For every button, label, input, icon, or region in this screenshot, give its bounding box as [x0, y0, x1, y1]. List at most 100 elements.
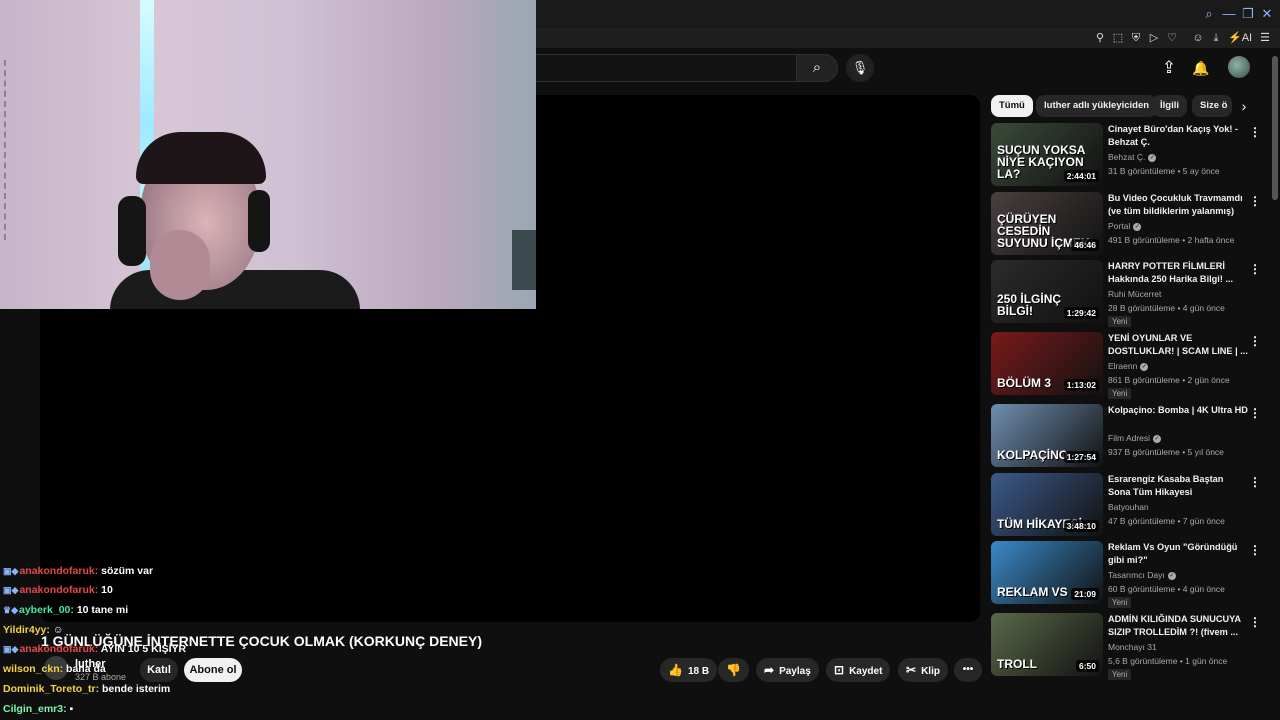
more-options-icon[interactable]: ⋮	[1249, 194, 1261, 208]
channel-name[interactable]: Behzat Ç.	[1108, 152, 1145, 162]
recommendation-title[interactable]: ADMİN KILIĞINDA SUNUCUYA SIZIP TROLLEDİM…	[1108, 613, 1248, 639]
video-thumbnail[interactable]: REKLAM VS 21:09	[991, 541, 1103, 604]
recommendation-channel[interactable]: Film Adresi ✓	[1108, 433, 1162, 443]
recommendation-title[interactable]: YENİ OYUNLAR VE DOSTLUKLAR! | SCAM LINE …	[1108, 332, 1248, 358]
recommendation-channel[interactable]: Portal ✓	[1108, 221, 1142, 231]
video-thumbnail[interactable]: KOLPAÇİNO 1:27:54	[991, 404, 1103, 467]
ai-icon[interactable]: ⚡AI	[1228, 30, 1252, 46]
recommendation-channel[interactable]: Behzat Ç. ✓	[1108, 152, 1157, 162]
more-options-icon[interactable]: ⋮	[1249, 406, 1261, 420]
join-button[interactable]: Katıl	[140, 658, 178, 682]
recommendation-card[interactable]: TÜM HİKAYESİ 3:48:10 Esrarengiz Kasaba Baş…	[991, 473, 1271, 537]
recommendation-title[interactable]: Esrarengiz Kasaba Baştan Sona Tüm Hikaye…	[1108, 473, 1248, 499]
chat-username[interactable]: Yildir4yy	[3, 624, 46, 636]
chat-message: ▣◆anakondofaruk: sözüm var	[3, 565, 153, 577]
more-options-icon[interactable]: ⋮	[1249, 262, 1261, 276]
chip-all[interactable]: Tümü	[991, 95, 1033, 117]
share-button[interactable]: ➦ Paylaş	[756, 658, 819, 682]
scrollbar[interactable]	[1272, 56, 1278, 200]
account-icon[interactable]: ☺	[1190, 30, 1206, 46]
channel-name[interactable]: Monchayı 31	[1108, 642, 1157, 652]
recommendation-card[interactable]: SUÇUN YOKSA NİYE KAÇIYON LA? 2:44:01 Cinay…	[991, 123, 1271, 187]
notifications-icon[interactable]: 🔔	[1189, 56, 1213, 80]
chat-username[interactable]: anakondofaruk	[19, 565, 94, 577]
chip-from-uploader[interactable]: luther adlı yükleyiciden	[1036, 95, 1158, 117]
voice-search-button[interactable]: 🎙	[846, 54, 874, 82]
shield-icon[interactable]: ⛨	[1128, 30, 1144, 46]
video-thumbnail[interactable]: 250 İLGİNÇ BİLGİ! 1:29:42	[991, 260, 1103, 323]
more-options-icon[interactable]: ⋮	[1249, 615, 1261, 629]
heart-icon[interactable]: ♡	[1164, 30, 1180, 46]
crop-icon[interactable]: ⬚	[1110, 30, 1126, 46]
pin-icon[interactable]: ⚲	[1092, 30, 1108, 46]
video-thumbnail[interactable]: TROLL 6:50	[991, 613, 1103, 676]
search-input[interactable]	[520, 54, 796, 82]
search-icon[interactable]: ⌕	[1201, 6, 1217, 22]
recommendation-title[interactable]: Cinayet Büro'dan Kaçış Yok! - Behzat Ç.	[1108, 123, 1248, 149]
chat-username[interactable]: anakondofaruk	[19, 643, 94, 655]
chat-username[interactable]: Cilgin_emr3	[3, 703, 63, 715]
recommendation-title[interactable]: HARRY POTTER FİLMLERİ Hakkında 250 Harik…	[1108, 260, 1248, 286]
save-label: Kaydet	[849, 666, 883, 677]
chip-related[interactable]: İlgili	[1152, 95, 1187, 117]
share-label: Paylaş	[779, 666, 811, 677]
chat-username[interactable]: wilson_ckn	[3, 663, 60, 675]
channel-name[interactable]: Ruhi Mücerret	[1108, 289, 1161, 299]
microphone-icon: 🎙	[851, 60, 869, 75]
chat-username[interactable]: Dominik_Toreto_tr	[3, 683, 96, 695]
recommendation-title[interactable]: Reklam Vs Oyun "Göründüğü gibi mi?"	[1108, 541, 1248, 567]
channel-name[interactable]: Portal	[1108, 221, 1130, 231]
avatar[interactable]	[1228, 56, 1250, 78]
chat-text: bende isterim	[102, 683, 171, 695]
video-thumbnail[interactable]: TÜM HİKAYESİ 3:48:10	[991, 473, 1103, 536]
thumbnail-text: BÖLÜM 3	[997, 376, 1051, 390]
video-thumbnail[interactable]: SUÇUN YOKSA NİYE KAÇIYON LA? 2:44:01	[991, 123, 1103, 186]
like-button[interactable]: 👍 18 B	[660, 658, 718, 682]
recommendation-title[interactable]: Bu Video Çocukluk Travmamdı (ve tüm bild…	[1108, 192, 1248, 218]
channel-name[interactable]: Tasarımcı Dayı	[1108, 570, 1165, 580]
channel-name[interactable]: Batyouhan	[1108, 502, 1149, 512]
download-icon[interactable]: ⤓	[1208, 30, 1224, 46]
chat-text: ☺	[52, 624, 64, 636]
video-duration: 3:48:10	[1063, 520, 1099, 532]
recommendation-card[interactable]: BÖLÜM 3 1:13:02 YENİ OYUNLAR VE DOSTLUKLAR…	[991, 332, 1271, 399]
channel-name[interactable]: Elraenn	[1108, 361, 1137, 371]
recommendation-title[interactable]: Kolpaçino: Bomba | 4K Ultra HD	[1108, 404, 1248, 417]
minimize-icon[interactable]: —	[1221, 6, 1237, 22]
new-badge: Yeni	[1108, 597, 1132, 608]
recommendation-channel[interactable]: Batyouhan	[1108, 502, 1149, 512]
recommendation-card[interactable]: REKLAM VS 21:09 Reklam Vs Oyun "Göründüğü …	[991, 541, 1271, 608]
more-options-icon[interactable]: ⋮	[1249, 125, 1261, 139]
more-options-icon[interactable]: ⋮	[1249, 543, 1261, 557]
video-thumbnail[interactable]: BÖLÜM 3 1:13:02	[991, 332, 1103, 395]
chat-username[interactable]: anakondofaruk	[19, 584, 94, 596]
recommendation-channel[interactable]: Tasarımcı Dayı ✓	[1108, 570, 1176, 580]
more-options-icon[interactable]: ⋮	[1249, 334, 1261, 348]
chevron-right-icon[interactable]: ›	[1235, 95, 1253, 117]
recommendation-card[interactable]: 250 İLGİNÇ BİLGİ! 1:29:42 HARRY POTTER FİL…	[991, 260, 1271, 327]
subscribe-button[interactable]: Abone ol	[184, 658, 242, 682]
channel-name[interactable]: Film Adresi	[1108, 433, 1150, 443]
chat-badge-icon: ▣◆	[3, 585, 19, 595]
play-icon[interactable]: ▷	[1146, 30, 1162, 46]
recommendation-card[interactable]: ÇÜRÜYEN CESEDİN SUYUNU İÇMEK 46:46 Bu Vide…	[991, 192, 1271, 256]
restore-icon[interactable]: ❐	[1240, 6, 1256, 22]
menu-icon[interactable]: ☰	[1257, 30, 1273, 46]
dislike-button[interactable]: 👎	[718, 658, 749, 682]
save-button[interactable]: ⊡ Kaydet	[826, 658, 891, 682]
more-actions-button[interactable]: •••	[954, 658, 982, 682]
recommendation-channel[interactable]: Ruhi Mücerret	[1108, 289, 1161, 299]
upload-icon[interactable]: ⇪	[1157, 56, 1181, 80]
more-options-icon[interactable]: ⋮	[1249, 475, 1261, 489]
recommendation-card[interactable]: KOLPAÇİNO 1:27:54 Kolpaçino: Bomba | 4K Ul…	[991, 404, 1271, 468]
verified-icon: ✓	[1133, 222, 1142, 231]
recommendation-channel[interactable]: Elraenn ✓	[1108, 361, 1149, 371]
search-button[interactable]: ⌕	[796, 54, 838, 82]
clip-button[interactable]: ✂ Klip	[898, 658, 948, 682]
recommendation-card[interactable]: TROLL 6:50 ADMİN KILIĞINDA SUNUCUYA SIZIP …	[991, 613, 1271, 680]
recommendation-channel[interactable]: Monchayı 31	[1108, 642, 1157, 652]
video-thumbnail[interactable]: ÇÜRÜYEN CESEDİN SUYUNU İÇMEK 46:46	[991, 192, 1103, 255]
chat-username[interactable]: ayberk_00	[19, 604, 70, 616]
close-icon[interactable]: ✕	[1259, 6, 1275, 22]
chip-for-you[interactable]: Size ö	[1192, 95, 1232, 117]
